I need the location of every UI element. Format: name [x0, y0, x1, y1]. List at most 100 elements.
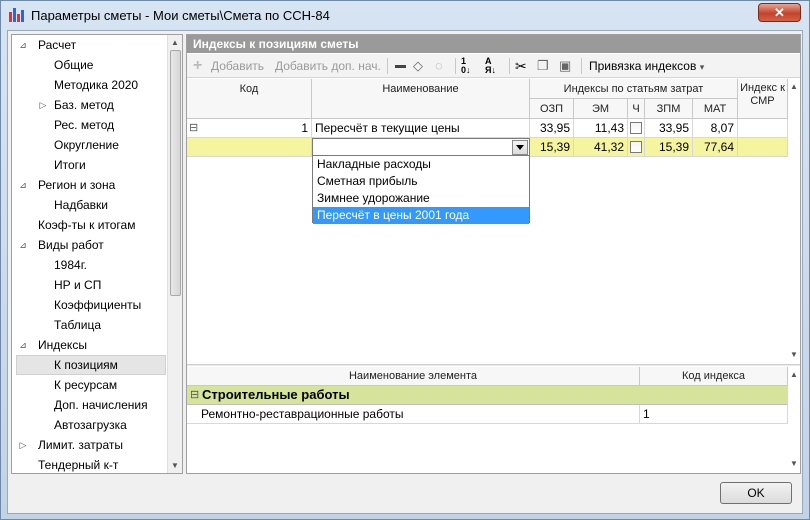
toolbar-separator	[387, 58, 388, 74]
clear-icon[interactable]: ◌	[435, 57, 443, 75]
toolbar-separator	[509, 58, 510, 74]
scroll-down-icon[interactable]: ▼	[788, 350, 800, 359]
cell-mat[interactable]: 77,64	[693, 138, 738, 157]
group-title: Строительные работы	[202, 387, 350, 402]
col-group-header-indices: Индексы по статьям затрат	[530, 79, 738, 99]
col-header-name[interactable]: Наименование	[312, 79, 530, 119]
close-button[interactable]: ✕	[758, 3, 801, 22]
cell-zpm[interactable]: 33,95	[645, 119, 693, 138]
cell-code[interactable]	[187, 138, 312, 157]
title-bar[interactable]: Параметры сметы - Мои сметы\Смета по ССН…	[1, 1, 809, 29]
collapse-icon[interactable]: ⊿	[18, 240, 28, 250]
scroll-down-icon[interactable]: ▼	[788, 459, 800, 468]
tree-item-limit-zatraty[interactable]: ▷ Лимит. затраты	[16, 435, 166, 455]
paste-icon[interactable]: ▣	[559, 57, 571, 75]
dropdown-option[interactable]: Накладные расходы	[313, 156, 529, 173]
tree-item-region[interactable]: ⊿ Регион и зона	[16, 175, 166, 195]
cell-ozp[interactable]: 15,39	[530, 138, 574, 157]
checkbox-ch[interactable]	[630, 122, 642, 134]
chevron-down-icon: ▾	[699, 62, 705, 72]
bottom-grid-scrollbar[interactable]: ▲ ▼	[788, 367, 800, 473]
app-icon	[9, 8, 25, 22]
window-title: Параметры сметы - Мои сметы\Смета по ССН…	[31, 8, 330, 23]
cell-mat[interactable]: 8,07	[693, 119, 738, 138]
sort-alpha-icon[interactable]: A Я↓	[485, 57, 496, 75]
tree-item-baz-metod[interactable]: ▷ Баз. метод	[38, 95, 168, 115]
collapse-icon[interactable]: ⊟	[189, 119, 198, 137]
tree-item-okruglenie[interactable]: Округление	[54, 135, 119, 155]
tree-item-nr-sp[interactable]: НР и СП	[54, 275, 101, 295]
tree-item-tablitsa[interactable]: Таблица	[54, 315, 101, 335]
sort-numeric-icon[interactable]: 1 0↓	[461, 57, 471, 75]
add-extra-button[interactable]: Добавить доп. нач.	[275, 57, 381, 75]
collapse-icon[interactable]: ⊿	[18, 180, 28, 190]
tree-item-res-metod[interactable]: Рес. метод	[54, 115, 114, 135]
scroll-down-icon[interactable]: ▼	[168, 461, 182, 470]
remove-icon[interactable]	[393, 57, 407, 75]
tree-item-dop-nachisleniya[interactable]: Доп. начисления	[54, 395, 148, 415]
col-header-ch[interactable]: Ч	[628, 99, 645, 119]
expand-icon[interactable]: ▷	[18, 440, 28, 450]
copy-icon[interactable]: ❐	[537, 57, 549, 75]
dropdown-option[interactable]: Сметная прибыль	[313, 173, 529, 190]
checkbox-ch[interactable]	[630, 141, 642, 153]
col-header-code[interactable]: Код	[187, 79, 312, 119]
eraser-icon[interactable]: ◇	[413, 57, 423, 75]
binding-dropdown-button[interactable]: Привязка индексов ▾	[589, 57, 704, 75]
col-header-ozp[interactable]: ОЗП	[530, 99, 574, 119]
tree-scrollbar[interactable]: ▲ ▼	[167, 35, 182, 473]
section-title: Индексы к позициям сметы	[187, 35, 800, 53]
indices-panel: Индексы к позициям сметы + Добавить Доба…	[186, 34, 801, 474]
group-row[interactable]: ⊟ Строительные работы	[187, 386, 788, 405]
tree-item-metodika[interactable]: Методика 2020	[54, 75, 138, 95]
collapse-icon[interactable]: ⊿	[18, 40, 28, 50]
tree-item-indeksy[interactable]: ⊿ Индексы	[16, 335, 166, 355]
cell-em[interactable]: 11,43	[574, 119, 628, 138]
scroll-thumb[interactable]	[170, 50, 181, 296]
tree-item-koeffitsienty[interactable]: Коэффициенты	[54, 295, 141, 315]
scroll-up-icon[interactable]: ▲	[788, 82, 800, 91]
col-header-index-code[interactable]: Код индекса	[640, 367, 788, 386]
cut-icon[interactable]: ✂	[515, 57, 527, 75]
cell-name[interactable]: Пересчёт в текущие цены	[312, 119, 530, 138]
tree-item-itogi[interactable]: Итоги	[54, 155, 86, 175]
scroll-up-icon[interactable]: ▲	[788, 370, 800, 379]
tree-item-1984[interactable]: 1984г.	[54, 255, 87, 275]
cell-smr[interactable]	[738, 119, 788, 138]
combobox-dropdown-button[interactable]	[512, 140, 528, 155]
tree-item-tendernyi[interactable]: Тендерный к-т	[38, 455, 118, 473]
col-header-smr[interactable]: Индекс к СМР	[738, 79, 788, 119]
toolbar-separator	[581, 58, 582, 74]
tree-item-vidy-rabot[interactable]: ⊿ Виды работ	[16, 235, 166, 255]
tree-item-raschet[interactable]: ⊿ Расчет	[16, 35, 166, 55]
expand-icon[interactable]: ▷	[38, 100, 48, 110]
col-header-element[interactable]: Наименование элемента	[187, 367, 640, 386]
tree-item-koef-itogam[interactable]: Коэф-ты к итогам	[38, 215, 135, 235]
tree-item-k-resursam[interactable]: К ресурсам	[54, 375, 117, 395]
tree-item-obshchie[interactable]: Общие	[54, 55, 93, 75]
dropdown-option[interactable]: Зимнее удорожание	[313, 190, 529, 207]
collapse-icon[interactable]: ⊿	[18, 340, 28, 350]
toolbar: + Добавить Добавить доп. нач. ◇ ◌ 1 0↓ AЯ…	[187, 54, 800, 78]
dropdown-option-selected[interactable]: Пересчёт в цены 2001 года	[313, 207, 529, 224]
cell-zpm[interactable]: 15,39	[645, 138, 693, 157]
tree-item-nadbavki[interactable]: Надбавки	[54, 195, 108, 215]
col-header-zpm[interactable]: ЗПМ	[645, 99, 693, 119]
tree-item-avtozagruzka[interactable]: Автозагрузка	[54, 415, 127, 435]
scroll-up-icon[interactable]: ▲	[168, 38, 182, 47]
toolbar-separator	[455, 58, 456, 74]
tree-item-k-pozitsiyam[interactable]: К позициям	[16, 355, 166, 375]
name-dropdown-list: Накладные расходы Сметная прибыль Зимнее…	[312, 155, 530, 224]
cell-em[interactable]: 41,32	[574, 138, 628, 157]
cell-element-name[interactable]: Ремонтно-реставрационные работы	[187, 405, 640, 424]
cell-index-code[interactable]: 1	[640, 405, 788, 424]
col-header-mat[interactable]: МАТ	[693, 99, 738, 119]
col-header-em[interactable]: ЭМ	[574, 99, 628, 119]
splitter[interactable]	[187, 364, 800, 366]
cell-ozp[interactable]: 33,95	[530, 119, 574, 138]
settings-tree: ⊿ Расчет Общие Методика 2020 ▷ Баз. мето…	[11, 34, 183, 474]
collapse-icon[interactable]: ⊟	[190, 388, 199, 401]
ok-button[interactable]: OK	[720, 482, 792, 504]
cell-smr[interactable]	[738, 138, 788, 157]
grid-scrollbar[interactable]: ▲ ▼	[788, 79, 800, 364]
